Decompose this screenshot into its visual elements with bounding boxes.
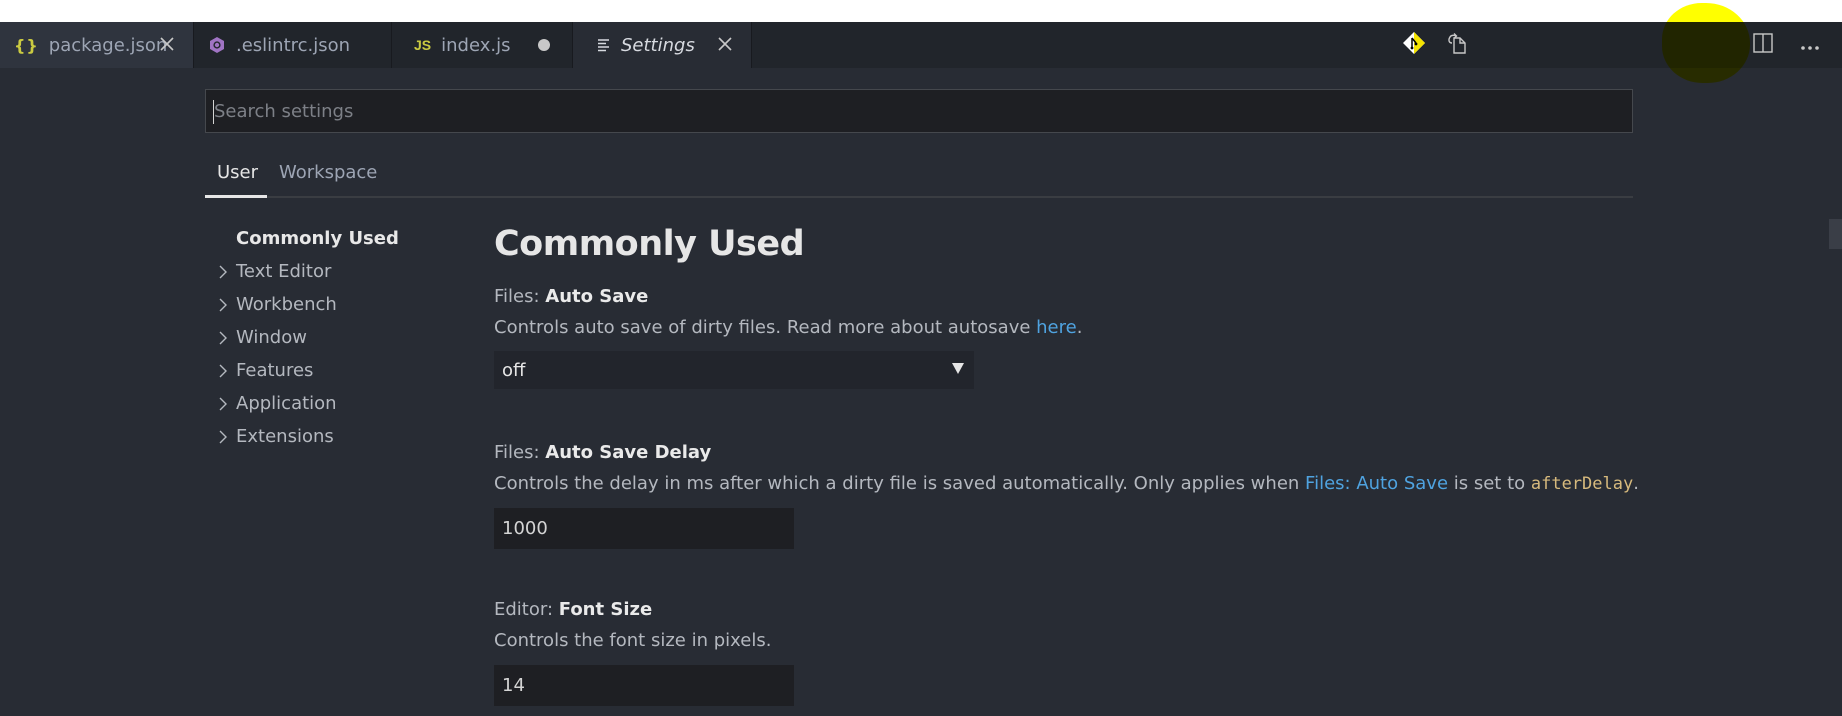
toc-item-extensions[interactable]: Extensions xyxy=(210,420,399,453)
setting-title: Files: Auto Save xyxy=(494,286,649,307)
toc-item-window[interactable]: Window xyxy=(210,321,399,354)
section-title: Commonly Used xyxy=(494,224,805,264)
tab-settings[interactable]: Settings xyxy=(573,22,752,68)
scope-tabs-divider xyxy=(205,196,1633,198)
git-compare-icon xyxy=(1402,31,1426,59)
tab-workspace[interactable]: Workspace xyxy=(279,162,377,183)
auto-save-delay-input[interactable]: 1000 xyxy=(494,508,794,549)
search-input[interactable] xyxy=(206,90,1632,132)
window-top-strip xyxy=(0,0,1842,22)
chevron-right-icon xyxy=(210,298,236,312)
tab-label: Settings xyxy=(621,34,695,56)
tab-label: .eslintrc.json xyxy=(236,34,351,56)
toc-item-workbench[interactable]: Workbench xyxy=(210,288,399,321)
open-file-button[interactable] xyxy=(1442,22,1472,68)
tab-eslintrc-json[interactable]: .eslintrc.json xyxy=(194,22,392,68)
settings-toc-tree: Commonly Used Text Editor Workbench Wind… xyxy=(210,222,399,453)
toc-item-commonly-used[interactable]: Commonly Used xyxy=(210,222,399,255)
settings-scope-tabs: User Workspace xyxy=(205,152,1633,198)
setting-description: Controls the delay in ms after which a d… xyxy=(494,473,1639,494)
more-actions-icon xyxy=(1800,36,1820,55)
git-compare-button[interactable] xyxy=(1399,22,1429,68)
setting-description: Controls the font size in pixels. xyxy=(494,630,772,651)
chevron-right-icon xyxy=(210,364,236,378)
setting-title: Editor: Font Size xyxy=(494,599,653,620)
scrollbar-thumb[interactable] xyxy=(1829,219,1842,249)
close-icon[interactable] xyxy=(715,34,735,54)
editor-tab-bar: {} package.json .eslintrc.json JS index.… xyxy=(0,22,1842,68)
more-actions-button[interactable] xyxy=(1795,22,1825,68)
tab-index-js[interactable]: JS index.js xyxy=(392,22,573,68)
setting-editor-font-size: Editor: Font Size Controls the font size… xyxy=(494,599,794,706)
settings-lines-icon xyxy=(597,38,611,52)
unsaved-dot-icon[interactable] xyxy=(538,39,550,51)
tab-package-json[interactable]: {} package.json xyxy=(0,22,194,68)
eslint-icon xyxy=(208,36,226,54)
json-braces-icon: {} xyxy=(14,35,39,55)
search-settings-field[interactable] xyxy=(205,89,1633,133)
setting-files-auto-save: Files: Auto Save Controls auto save of d… xyxy=(494,286,1082,389)
chevron-right-icon xyxy=(210,265,236,279)
open-file-icon xyxy=(1446,32,1468,58)
chevron-right-icon xyxy=(210,430,236,444)
active-tab-underline xyxy=(205,195,267,198)
tab-label: package.json xyxy=(48,34,168,56)
code-value: afterDelay xyxy=(1530,474,1634,494)
tab-user[interactable]: User xyxy=(217,162,258,183)
files-auto-save-link[interactable]: Files: Auto Save xyxy=(1305,473,1448,494)
font-size-input[interactable]: 14 xyxy=(494,665,794,706)
toc-item-text-editor[interactable]: Text Editor xyxy=(210,255,399,288)
chevron-right-icon xyxy=(210,397,236,411)
tab-label: index.js xyxy=(441,34,511,56)
setting-title: Files: Auto Save Delay xyxy=(494,442,712,463)
auto-save-dropdown[interactable]: off xyxy=(494,351,974,389)
chevron-right-icon xyxy=(210,331,236,345)
close-icon[interactable] xyxy=(157,34,177,54)
setting-description: Controls auto save of dirty files. Read … xyxy=(494,317,1083,338)
javascript-icon: JS xyxy=(414,37,432,53)
split-editor-button[interactable] xyxy=(1748,22,1778,68)
toc-item-features[interactable]: Features xyxy=(210,354,399,387)
toc-item-application[interactable]: Application xyxy=(210,387,399,420)
split-editor-icon xyxy=(1753,33,1773,57)
dropdown-value: off xyxy=(502,359,526,381)
dropdown-arrow-icon xyxy=(952,363,964,374)
setting-files-auto-save-delay: Files: Auto Save Delay Controls the dela… xyxy=(494,442,1639,549)
text-caret xyxy=(213,100,214,124)
autosave-docs-link[interactable]: here xyxy=(1036,317,1077,338)
